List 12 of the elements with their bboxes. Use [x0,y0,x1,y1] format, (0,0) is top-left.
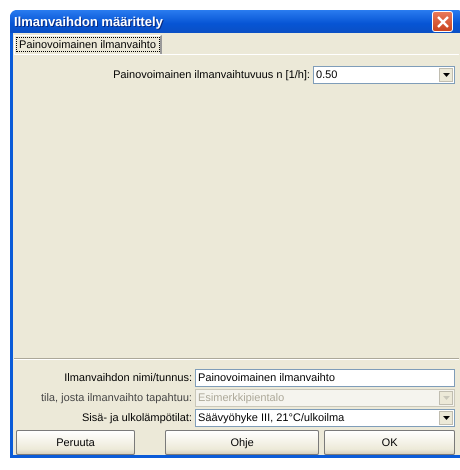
dropdown[interactable]: 0.50 [313,66,455,84]
field-label: tila, josta ilmanvaihto tapahtuu: [40,392,192,404]
input-field[interactable]: Painovoimainen ilmanvaihto [195,369,455,387]
field-label: Sisä- ja ulkolämpötilat: [82,412,192,424]
dialog-button[interactable]: OK [324,430,455,455]
window-title: Ilmanvaihdon määrittely [14,14,163,29]
tab[interactable]: Painovoimainen ilmanvaihto [14,35,162,54]
dialog-button[interactable]: Ohje [164,430,320,455]
field-label: Painovoimainen ilmanvaihtuvuus n [1/h]: [113,69,310,81]
dialog-button[interactable]: Peruuta [16,430,135,455]
field-label: Ilmanvaihdon nimi/tunnus: [64,372,192,384]
dropdown[interactable]: Säävyöhyke III, 21°C/ulkoilma [195,409,455,427]
